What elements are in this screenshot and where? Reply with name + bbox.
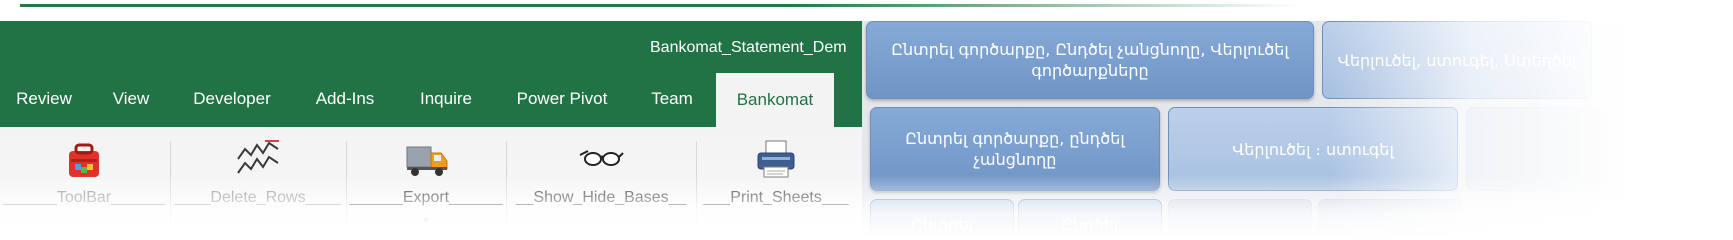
- menu-button-highlight[interactable]: Ընդծել: [1018, 199, 1162, 239]
- truck-icon: [406, 146, 448, 176]
- document-title: Bankomat_Statement_Dem: [650, 39, 847, 56]
- menu-button-label: Վերլուծել, ստուգել, Ստեղծել: [1337, 50, 1577, 70]
- show-hide-bases-button[interactable]: __Show_Hide_Bases__: [508, 127, 694, 239]
- export-button[interactable]: ______Export______ ▼: [348, 127, 504, 239]
- menu-button-placeholder[interactable]: [1168, 199, 1312, 239]
- tab-bankomat[interactable]: Bankomat: [716, 73, 834, 127]
- menu-button-analyze-check-create[interactable]: Վերլուծել, ստուգել, Ստեղծել: [1322, 21, 1592, 99]
- toolbar-button[interactable]: ______ToolBar______: [0, 127, 168, 239]
- menu-button-label: Ընտրել գործարքը, Ընդծել չանցնողը, Վերլու…: [891, 40, 1289, 80]
- menu-button-placeholder[interactable]: [1318, 199, 1462, 239]
- menu-button-label: Վերլուծել ։ ստուգել: [1232, 139, 1394, 159]
- toolbox-icon: [69, 143, 99, 177]
- menu-button-analyze-check[interactable]: Վերլուծել ։ ստուգել: [1168, 107, 1458, 191]
- excel-ribbon: Bankomat_Statement_Dem Review View Devel…: [0, 21, 862, 239]
- show-hide-bases-label: __Show_Hide_Bases__: [515, 189, 687, 206]
- group-separator: [506, 141, 507, 229]
- printer-icon: [757, 140, 795, 178]
- title-bar: Bankomat_Statement_Dem: [0, 21, 862, 71]
- menu-button-label: Ընտրել: [910, 214, 974, 234]
- print-sheets-button[interactable]: ___Print_Sheets___: [698, 127, 854, 239]
- menu-button-placeholder[interactable]: [1466, 107, 1606, 191]
- delete-rows-icon: [237, 140, 279, 174]
- tab-view[interactable]: View: [100, 71, 162, 127]
- menu-button-select[interactable]: Ընտրել: [870, 199, 1014, 239]
- top-accent-line: [20, 4, 1300, 7]
- delete-rows-label: ____Delete_Rows____: [174, 189, 342, 206]
- group-separator: [696, 141, 697, 229]
- ribbon-panel: ______ToolBar______ ____Delete_Rows____: [0, 127, 862, 239]
- delete-rows-button[interactable]: ____Delete_Rows____: [172, 127, 344, 239]
- toolbar-label: ______ToolBar______: [3, 189, 165, 206]
- print-sheets-label: ___Print_Sheets___: [703, 189, 849, 206]
- tab-review[interactable]: Review: [4, 71, 84, 127]
- tab-inquire[interactable]: Inquire: [406, 71, 486, 127]
- glasses-icon: [579, 150, 624, 166]
- chevron-down-icon: ▼: [421, 215, 431, 225]
- menu-button-label: Ընդծել: [1061, 214, 1119, 234]
- tab-add-ins[interactable]: Add-Ins: [300, 71, 390, 127]
- tab-team[interactable]: Team: [640, 71, 704, 127]
- menu-button-select-highlight-analyze[interactable]: Ընտրել գործարքը, Ընդծել չանցնողը, Վերլու…: [866, 21, 1314, 99]
- ribbon-tabs: Review View Developer Add-Ins Inquire Po…: [0, 71, 862, 127]
- tab-developer[interactable]: Developer: [180, 71, 284, 127]
- bankomat-menu-panel: Ընտրել գործարքը, Ընդծել չանցնողը, Վերլու…: [862, 21, 1733, 239]
- tab-power-pivot[interactable]: Power Pivot: [500, 71, 624, 127]
- menu-button-label: Ընտրել գործարքը, ընդծել չանցնողը: [905, 129, 1125, 169]
- menu-button-select-highlight[interactable]: Ընտրել գործարքը, ընդծել չանցնողը: [870, 107, 1160, 191]
- export-label: ______Export______: [349, 189, 503, 206]
- group-separator: [170, 141, 171, 229]
- group-separator: [346, 141, 347, 229]
